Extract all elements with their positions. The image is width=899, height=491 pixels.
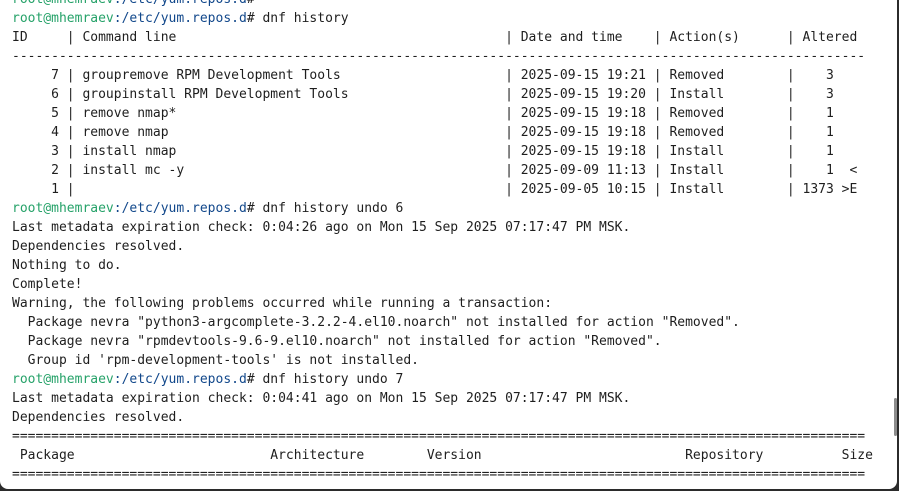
prompt-path: :/etc/yum.repos.d [113, 11, 247, 26]
prompt-line: root@mhemraev:/etc/yum.repos.d# [12, 0, 873, 9]
output-line: Last metadata expiration check: 0:04:41 … [12, 391, 631, 406]
output-line: Package Architecture Version Repository … [12, 448, 873, 463]
scrollbar-thumb[interactable] [894, 398, 897, 436]
prompt-command: dnf history undo 6 [254, 201, 404, 216]
prompt-path: :/etc/yum.repos.d [113, 201, 247, 216]
output-line: 7 | groupremove RPM Development Tools | … [12, 68, 834, 83]
terminal-output[interactable]: root@mhemraev:/etc/yum.repos.d#root@mhem… [12, 0, 873, 484]
prompt-command: dnf history [254, 11, 349, 26]
output-line: Warning, the following problems occurred… [12, 296, 553, 311]
output-line: ID | Command line | Date and time | Acti… [12, 30, 858, 45]
prompt-symbol: # [246, 372, 255, 387]
output-line: 6 | groupinstall RPM Development Tools |… [12, 87, 834, 102]
output-line: ----------------------------------------… [12, 49, 866, 64]
output-line: Group id 'rpm-development-tools' is not … [12, 353, 419, 368]
prompt-user-host: root@mhemraev [12, 11, 114, 26]
prompt-symbol: # [246, 201, 255, 216]
output-line: Nothing to do. [12, 258, 122, 273]
terminal-window[interactable]: root@mhemraev:/etc/yum.repos.d#root@mhem… [0, 0, 897, 489]
prompt-user-host: root@mhemraev [12, 0, 114, 7]
output-line: Package nevra "rpmdevtools-9.6-9.el10.no… [12, 334, 662, 349]
prompt-line: root@mhemraev:/etc/yum.repos.d# dnf hist… [12, 370, 873, 389]
prompt-path: :/etc/yum.repos.d [114, 0, 247, 7]
prompt-user-host: root@mhemraev [12, 372, 114, 387]
prompt-symbol: # [247, 0, 255, 7]
prompt-line: root@mhemraev:/etc/yum.repos.d# dnf hist… [12, 9, 873, 28]
output-line: 4 | remove nmap | 2025-09-15 19:18 | Rem… [12, 125, 834, 140]
output-line: ========================================… [12, 429, 866, 444]
prompt-command: dnf history undo 7 [254, 372, 404, 387]
prompt-line: root@mhemraev:/etc/yum.repos.d# dnf hist… [12, 199, 873, 218]
output-line: 5 | remove nmap* | 2025-09-15 19:18 | Re… [12, 106, 834, 121]
prompt-symbol: # [246, 11, 255, 26]
prompt-user-host: root@mhemraev [12, 201, 114, 216]
output-line: 2 | install mc -y | 2025-09-09 11:13 | I… [12, 163, 858, 178]
output-line: ========================================… [12, 467, 866, 482]
output-line: Last metadata expiration check: 0:04:26 … [12, 220, 631, 235]
output-line: Dependencies resolved. [12, 410, 185, 425]
output-line: Package nevra "python3-argcomplete-3.2.2… [12, 315, 740, 330]
output-line: Complete! [12, 277, 83, 292]
prompt-path: :/etc/yum.repos.d [113, 372, 247, 387]
output-line: 3 | install nmap | 2025-09-15 19:18 | In… [12, 144, 834, 159]
output-line: 1 | | 2025-09-05 10:15 | Install | 1373 … [12, 182, 858, 197]
output-line: Dependencies resolved. [12, 239, 185, 254]
